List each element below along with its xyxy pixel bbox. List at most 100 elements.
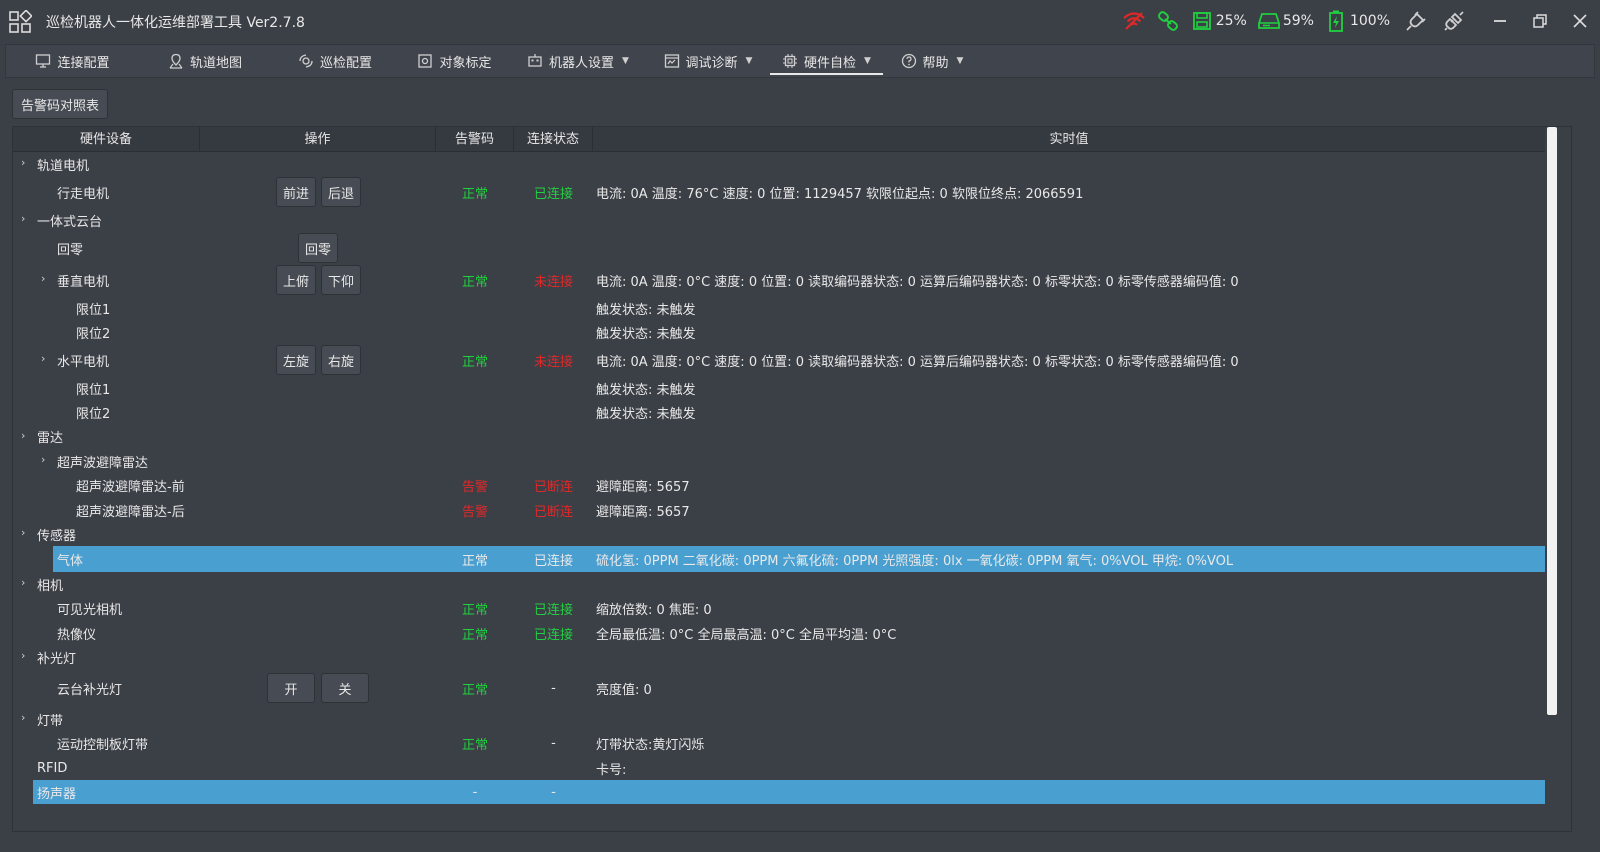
device-name: 相机 bbox=[37, 578, 64, 594]
operation-button[interactable]: 前进 bbox=[276, 177, 316, 207]
caret-down-icon: ▼ bbox=[745, 56, 753, 66]
connection-status: 已连接 bbox=[533, 186, 573, 202]
alarm-code: 正常 bbox=[461, 682, 488, 698]
expand-chevron-icon[interactable]: › bbox=[21, 212, 25, 225]
expand-chevron-icon[interactable]: › bbox=[41, 272, 45, 285]
tab-label: 帮助 bbox=[922, 55, 949, 71]
connection-status: 未连接 bbox=[533, 274, 573, 290]
link-icon bbox=[1156, 9, 1180, 33]
table-row[interactable]: 回零 回零 bbox=[13, 232, 1545, 264]
table-row[interactable]: › 相机 bbox=[13, 572, 1545, 596]
close-button[interactable] bbox=[1560, 0, 1600, 42]
expand-chevron-icon[interactable]: › bbox=[41, 352, 45, 365]
operation-button[interactable]: 右旋 bbox=[321, 345, 361, 375]
operation-button[interactable]: 开 bbox=[267, 673, 315, 703]
operation-button[interactable]: 后退 bbox=[321, 177, 361, 207]
table-row[interactable]: 限位2 触发状态: 未触发 bbox=[13, 320, 1545, 344]
device-name: 扬声器 bbox=[37, 786, 77, 802]
device-name: 回零 bbox=[57, 242, 84, 258]
tab-7[interactable]: 硬件自检 ▼ bbox=[770, 45, 883, 77]
alarm-code: 正常 bbox=[461, 553, 488, 569]
table-row[interactable]: 超声波避障雷达-后 告警 已断连 避障距离: 5657 bbox=[13, 498, 1545, 522]
header-realtime-value: 实时值 bbox=[1049, 132, 1089, 147]
plug-icon[interactable] bbox=[1404, 9, 1428, 33]
tab-6[interactable]: 调试诊断 ▼ bbox=[646, 45, 770, 77]
table-row[interactable]: › 垂直电机 上俯 下仰 正常 未连接 电流: 0A 温度: 0°C 速度: 0 位置: 0… bbox=[13, 264, 1545, 296]
operation-button[interactable]: 上俯 bbox=[276, 265, 316, 295]
table-row[interactable]: RFID 卡号: bbox=[13, 756, 1545, 780]
tab-4[interactable]: 对象标定 bbox=[399, 45, 510, 77]
operation-button[interactable]: 左旋 bbox=[276, 345, 316, 375]
robot-icon bbox=[527, 53, 543, 69]
realtime-value: 触发状态: 未触发 bbox=[596, 326, 696, 342]
disk-usage: 59% bbox=[1282, 13, 1314, 29]
expand-chevron-icon[interactable]: › bbox=[21, 649, 25, 662]
connection-status: 未连接 bbox=[533, 354, 573, 370]
expand-chevron-icon[interactable]: › bbox=[21, 526, 25, 539]
connection-status: 已连接 bbox=[533, 553, 573, 569]
table-row[interactable]: 可见光相机 正常 已连接 缩放倍数: 0 焦距: 0 bbox=[13, 596, 1545, 621]
debug-icon bbox=[664, 53, 680, 69]
connection-status: - bbox=[551, 680, 556, 696]
connection-status: 已断连 bbox=[533, 480, 573, 495]
device-name: 超声波避障雷达 bbox=[57, 455, 149, 471]
operation-button[interactable]: 回零 bbox=[298, 233, 338, 263]
tab-label: 对象标定 bbox=[439, 55, 492, 71]
alarm-code: - bbox=[472, 784, 478, 800]
minimize-button[interactable] bbox=[1480, 0, 1520, 42]
table-row[interactable]: › 灯带 bbox=[13, 707, 1545, 731]
main-tab-bar: 连接配置 轨道地图 巡检配置 对象标定 机器人设置 ▼ 调试诊断 ▼ 硬件自检 ▼ 帮助 ▼ bbox=[5, 44, 1595, 78]
tab-1[interactable]: 连接配置 bbox=[6, 45, 139, 77]
table-row[interactable]: › 补光灯 bbox=[13, 645, 1545, 669]
scrollbar-thumb[interactable] bbox=[1547, 127, 1557, 715]
tab-label: 轨道地图 bbox=[189, 55, 242, 71]
hardware-table: 硬件设备 操作 告警码 连接状态 实时值 › 轨道电机 行走电机 前进 后退 正常 已连接电… bbox=[12, 126, 1572, 832]
tab-3[interactable]: 巡检配置 bbox=[271, 45, 399, 77]
table-row[interactable]: 云台补光灯 开关 正常 - 亮度值: 0 bbox=[13, 669, 1545, 707]
tab-5[interactable]: 机器人设置 ▼ bbox=[510, 45, 646, 77]
alarm-code: 正常 bbox=[461, 354, 488, 370]
restore-button[interactable] bbox=[1520, 0, 1560, 42]
table-row[interactable]: 超声波避障雷达-前 告警 已断连 避障距离: 5657 bbox=[13, 473, 1545, 498]
expand-chevron-icon[interactable]: › bbox=[21, 156, 25, 169]
status-group: 25% 59% 100% bbox=[1122, 0, 1600, 42]
cpu-save-icon bbox=[1190, 9, 1214, 33]
table-row[interactable]: › 超声波避障雷达 bbox=[13, 449, 1545, 473]
disconnect-icon[interactable] bbox=[1442, 9, 1466, 33]
device-name: 限位2 bbox=[76, 326, 111, 342]
device-name: 灯带 bbox=[37, 713, 64, 729]
table-row[interactable]: 限位1 触发状态: 未触发 bbox=[13, 376, 1545, 400]
table-row[interactable]: 行走电机 前进 后退 正常 已连接 电流: 0A 温度: 76°C 速度: 0 位置: 1… bbox=[13, 176, 1545, 208]
operation-button[interactable]: 关 bbox=[321, 673, 369, 703]
table-row[interactable]: 热像仪 正常 已连接 全局最低温: 0°C 全局最高温: 0°C 全局平均温: 0°C bbox=[13, 621, 1545, 645]
title-bar: 巡检机器人一体化运维部署工具 Ver2.7.8 25% 59% 100% bbox=[0, 0, 1600, 42]
table-row[interactable]: 运动控制板灯带 正常 - 灯带状态:黄灯闪烁 bbox=[13, 731, 1545, 756]
battery-icon bbox=[1324, 9, 1348, 33]
tab-8[interactable]: 帮助 ▼ bbox=[883, 45, 981, 77]
table-row[interactable]: 气体 正常 已连接 硫化氢: 0PPM 二氧化碳: 0PPM 六氟化硫: 0PPM 光… bbox=[13, 546, 1545, 572]
expand-chevron-icon[interactable]: › bbox=[21, 429, 25, 442]
table-row[interactable]: › 轨道电机 bbox=[13, 152, 1545, 176]
table-row[interactable]: 扬声器 - - bbox=[13, 780, 1545, 804]
app-logo-icon bbox=[9, 10, 32, 33]
table-row[interactable]: 限位1 触发状态: 未触发 bbox=[13, 296, 1545, 320]
operation-button[interactable]: 下仰 bbox=[321, 265, 361, 295]
vertical-scrollbar[interactable] bbox=[1545, 127, 1571, 831]
connection-status: - bbox=[551, 784, 556, 800]
battery-level: 100% bbox=[1349, 13, 1390, 29]
table-row[interactable]: › 一体式云台 bbox=[13, 208, 1545, 232]
expand-chevron-icon[interactable]: › bbox=[41, 453, 45, 466]
connection-status: - bbox=[551, 736, 556, 751]
target-icon bbox=[417, 53, 433, 69]
table-row[interactable]: 限位2 触发状态: 未触发 bbox=[13, 400, 1545, 424]
tab-2[interactable]: 轨道地图 bbox=[139, 45, 271, 77]
table-row[interactable]: › 雷达 bbox=[13, 424, 1545, 449]
alarm-code-table-button[interactable]: 告警码对照表 bbox=[12, 89, 108, 119]
alarm-code: 告警 bbox=[461, 504, 488, 520]
table-row[interactable]: › 水平电机 左旋 右旋 正常 未连接 电流: 0A 温度: 0°C 速度: 0 位置: 0… bbox=[13, 344, 1545, 376]
realtime-value: 全局最低温: 0°C 全局最高温: 0°C 全局平均温: 0°C bbox=[596, 627, 897, 643]
expand-chevron-icon[interactable]: › bbox=[21, 711, 25, 724]
expand-chevron-icon[interactable]: › bbox=[21, 576, 25, 589]
connection-status: 已断连 bbox=[533, 504, 573, 520]
table-row[interactable]: › 传感器 bbox=[13, 522, 1545, 546]
